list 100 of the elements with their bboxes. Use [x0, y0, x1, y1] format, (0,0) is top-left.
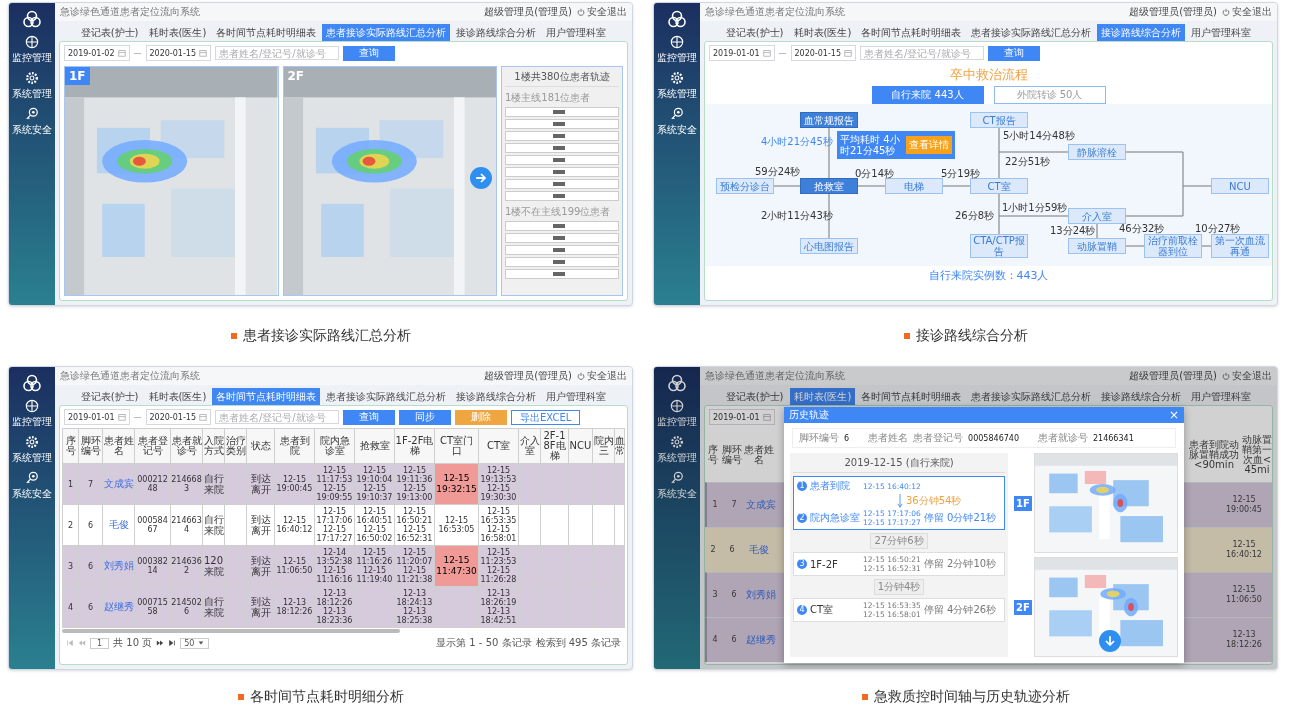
- tab[interactable]: 登记表(护士): [76, 24, 143, 41]
- flow-node[interactable]: NCU: [1211, 178, 1269, 194]
- date-field[interactable]: 2019-01-01: [709, 409, 775, 425]
- logout-button[interactable]: 安全退出: [1222, 5, 1272, 19]
- nav-item[interactable]: 系统安全: [657, 471, 697, 501]
- track-bar[interactable]: [505, 257, 619, 267]
- date-field[interactable]: 2020-01-15: [790, 45, 856, 61]
- nav-item[interactable]: 监控管理: [657, 399, 697, 429]
- tab[interactable]: 各时间节点耗时明细表: [212, 388, 321, 405]
- nav-item[interactable]: 系统安全: [12, 107, 52, 137]
- table-cell: 自行来院: [202, 504, 225, 546]
- track-bar[interactable]: [505, 191, 619, 201]
- filter-button[interactable]: 同步: [399, 409, 451, 425]
- flow-node[interactable]: 治疗前取栓器到位: [1144, 234, 1202, 258]
- tab[interactable]: 登记表(护士): [76, 388, 143, 405]
- date-field[interactable]: 2019-01-01: [64, 409, 130, 425]
- patient-link[interactable]: 毛俊: [743, 545, 775, 555]
- track-bar[interactable]: [505, 245, 619, 255]
- nav-item[interactable]: 系统安全: [657, 107, 697, 137]
- date-field[interactable]: 2020-01-15: [145, 409, 211, 425]
- flow-node[interactable]: 第一次血流再通: [1211, 234, 1269, 258]
- nav-item[interactable]: 监控管理: [657, 35, 697, 65]
- date-field[interactable]: 2020-01-15: [145, 45, 211, 61]
- logo-icon: [22, 373, 42, 393]
- track-bar[interactable]: [505, 131, 619, 141]
- date-field[interactable]: 2019-01-01: [709, 45, 775, 61]
- flow-node[interactable]: 静脉溶栓: [1068, 144, 1126, 160]
- tab[interactable]: 耗时表(医生): [144, 24, 211, 41]
- tab[interactable]: 用户管理科室: [542, 24, 611, 41]
- nav-item[interactable]: 系统管理: [657, 71, 697, 101]
- tab[interactable]: 用户管理科室: [1187, 388, 1256, 405]
- track-bar[interactable]: [505, 119, 619, 129]
- track-bar[interactable]: [505, 155, 619, 165]
- nav-item[interactable]: 系统管理: [12, 435, 52, 465]
- nav-item[interactable]: 系统管理: [657, 435, 697, 465]
- nav-item[interactable]: 监控管理: [12, 399, 52, 429]
- tab[interactable]: 登记表(护士): [721, 388, 788, 405]
- flow-node[interactable]: 抢救室: [800, 178, 858, 194]
- scrollbar[interactable]: [62, 629, 400, 633]
- track-bar[interactable]: [505, 143, 619, 153]
- logout-button[interactable]: 安全退出: [577, 369, 627, 383]
- tab[interactable]: 患者接诊实际路线汇总分析: [322, 388, 451, 405]
- tab[interactable]: 接诊路线综合分析: [1097, 388, 1186, 405]
- patient-link[interactable]: 毛俊: [108, 519, 129, 530]
- nav-item[interactable]: 系统安全: [12, 471, 52, 501]
- filter-button[interactable]: 导出EXCEL: [511, 409, 581, 425]
- floor-tab[interactable]: 1F: [65, 67, 90, 85]
- filter-button[interactable]: 查询: [343, 45, 395, 61]
- tab[interactable]: 各时间节点耗时明细表: [857, 24, 966, 41]
- flow-node[interactable]: 血常规报告: [800, 112, 858, 128]
- tab[interactable]: 用户管理科室: [1187, 24, 1256, 41]
- column-header: 抢救室: [354, 428, 395, 464]
- track-bar[interactable]: [505, 269, 619, 279]
- tab[interactable]: 登记表(护士): [721, 24, 788, 41]
- search-field[interactable]: 患者姓名/登记号/就诊号: [215, 410, 339, 424]
- tab[interactable]: 患者接诊实际路线汇总分析: [967, 388, 1096, 405]
- track-bar[interactable]: [505, 107, 619, 117]
- next-page-icon[interactable]: [156, 639, 165, 647]
- nav-item[interactable]: 监控管理: [12, 35, 52, 65]
- last-page-icon[interactable]: [168, 639, 177, 647]
- nav-item[interactable]: 系统管理: [12, 71, 52, 101]
- tab[interactable]: 接诊路线综合分析: [1097, 24, 1186, 41]
- track-bar[interactable]: [505, 221, 619, 231]
- filter-button[interactable]: 查询: [988, 45, 1040, 61]
- flow-node[interactable]: CT室: [970, 178, 1028, 194]
- flow-node[interactable]: 动脉置鞘: [1068, 238, 1126, 254]
- search-field[interactable]: 患者姓名/登记号/就诊号: [860, 46, 984, 60]
- page-field[interactable]: 1: [90, 637, 110, 649]
- mode-tab[interactable]: 自行来院 443人: [871, 86, 984, 104]
- tab[interactable]: 用户管理科室: [542, 388, 611, 405]
- date-field[interactable]: 2019-01-02: [64, 45, 130, 61]
- flow-node[interactable]: 心电图报告: [800, 238, 858, 254]
- filter-button[interactable]: 查询: [343, 409, 395, 425]
- page-size-select[interactable]: 50: [180, 637, 210, 649]
- flow-node[interactable]: 预检分诊台: [716, 178, 774, 194]
- flow-node[interactable]: CT报告: [970, 112, 1028, 128]
- tab[interactable]: 耗时表(医生): [789, 388, 856, 405]
- tab[interactable]: 患者接诊实际路线汇总分析: [322, 24, 451, 41]
- tab[interactable]: 各时间节点耗时明细表: [212, 24, 321, 41]
- track-bar[interactable]: [505, 179, 619, 189]
- tab[interactable]: 患者接诊实际路线汇总分析: [967, 24, 1096, 41]
- tab[interactable]: 耗时表(医生): [144, 388, 211, 405]
- track-bar[interactable]: [505, 233, 619, 243]
- app-title: 急诊绿色通道患者定位流向系统: [705, 369, 845, 383]
- table-cell: 00038214: [134, 545, 171, 587]
- tab[interactable]: 耗时表(医生): [789, 24, 856, 41]
- calendar-icon: [199, 413, 207, 421]
- flow-node[interactable]: CTA/CTP报告: [970, 234, 1028, 258]
- logout-button[interactable]: 安全退出: [1222, 369, 1272, 383]
- column-header: 状态: [246, 428, 275, 464]
- track-bar[interactable]: [505, 167, 619, 177]
- tab[interactable]: 接诊路线综合分析: [452, 24, 541, 41]
- flow-node[interactable]: 电梯: [885, 178, 943, 194]
- table-cell-text: 7: [730, 500, 738, 510]
- search-field[interactable]: 患者姓名/登记号/就诊号: [215, 46, 339, 60]
- close-button[interactable]: ×: [1168, 409, 1179, 421]
- logout-button[interactable]: 安全退出: [577, 5, 627, 19]
- tab[interactable]: 各时间节点耗时明细表: [857, 388, 966, 405]
- flow-node[interactable]: 介入室: [1068, 208, 1126, 224]
- tab[interactable]: 接诊路线综合分析: [452, 388, 541, 405]
